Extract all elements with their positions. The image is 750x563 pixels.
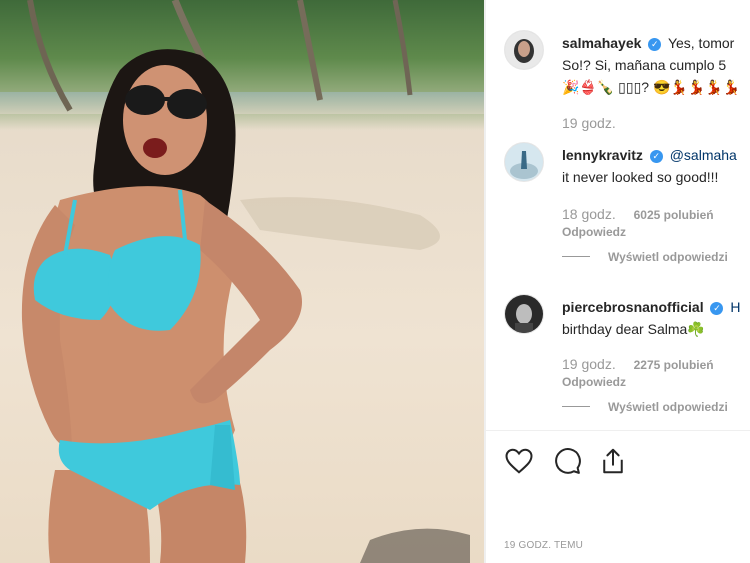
comment-meta: 19 godz. 2275 polubień xyxy=(562,356,714,372)
caption-text: salmahayek ✓ Yes, tomor So!? Si, mañana … xyxy=(562,32,740,98)
view-replies-label: Wyświetl odpowiedzi xyxy=(608,400,728,414)
avatar-piercebrosnanofficial[interactable] xyxy=(504,294,544,334)
post-photo[interactable] xyxy=(0,0,484,563)
view-replies-line xyxy=(562,406,590,407)
verified-badge-icon: ✓ xyxy=(710,302,724,315)
avatar-lennykravitz[interactable] xyxy=(504,142,544,182)
comment-line2: birthday dear Salma☘️ xyxy=(562,321,705,337)
comment-username[interactable]: piercebrosnanofficial xyxy=(562,299,704,315)
share-icon[interactable] xyxy=(598,446,628,476)
comments-actions-divider xyxy=(486,430,750,431)
reply-button[interactable]: Odpowiedz xyxy=(562,225,626,239)
comment-mention[interactable]: @salmaha xyxy=(670,147,737,163)
reply-button[interactable]: Odpowiedz xyxy=(562,375,626,389)
caption-line1: Yes, tomor xyxy=(667,35,735,51)
view-replies-button[interactable]: Wyświetl odpowiedzi xyxy=(562,250,728,264)
view-replies-line xyxy=(562,256,590,257)
caption-username[interactable]: salmahayek xyxy=(562,35,641,51)
view-replies-button[interactable]: Wyświetl odpowiedzi xyxy=(562,400,728,414)
heart-icon[interactable] xyxy=(504,446,534,476)
comment-time[interactable]: 19 godz. xyxy=(562,356,616,372)
avatar-salmahayek[interactable] xyxy=(504,30,544,70)
verified-badge-icon: ✓ xyxy=(649,150,663,163)
comment-text: lennykravitz ✓ @salmaha it never looked … xyxy=(562,144,737,188)
view-replies-label: Wyświetl odpowiedzi xyxy=(608,250,728,264)
caption-time[interactable]: 19 godz. xyxy=(562,115,616,131)
avatar-image xyxy=(505,295,543,333)
avatar-image xyxy=(505,31,543,69)
comment-likes[interactable]: 2275 polubień xyxy=(634,358,714,372)
comment-icon[interactable] xyxy=(552,446,582,476)
beach-figure-illustration xyxy=(21,0,470,563)
caption-emoji-line: 🎉👙🍾 ▯▯▯? 😎💃💃💃💃 xyxy=(562,79,741,95)
post-timestamp[interactable]: 19 GODZ. TEMU xyxy=(504,540,583,551)
comment-time[interactable]: 18 godz. xyxy=(562,206,616,222)
comment-text: piercebrosnanofficial ✓ H birthday dear … xyxy=(562,296,741,340)
comment-line2: it never looked so good!!! xyxy=(562,169,719,185)
comment-likes[interactable]: 6025 polubień xyxy=(634,208,714,222)
comment-username[interactable]: lennykravitz xyxy=(562,147,643,163)
comments-panel: salmahayek ✓ Yes, tomor So!? Si, mañana … xyxy=(486,0,750,563)
comment-meta: 18 godz. 6025 polubień xyxy=(562,206,714,222)
avatar-image xyxy=(505,143,543,181)
comment-mention: H xyxy=(730,299,741,315)
verified-badge-icon: ✓ xyxy=(648,38,662,51)
caption-line2: So!? Si, mañana cumplo 5 xyxy=(562,57,727,73)
